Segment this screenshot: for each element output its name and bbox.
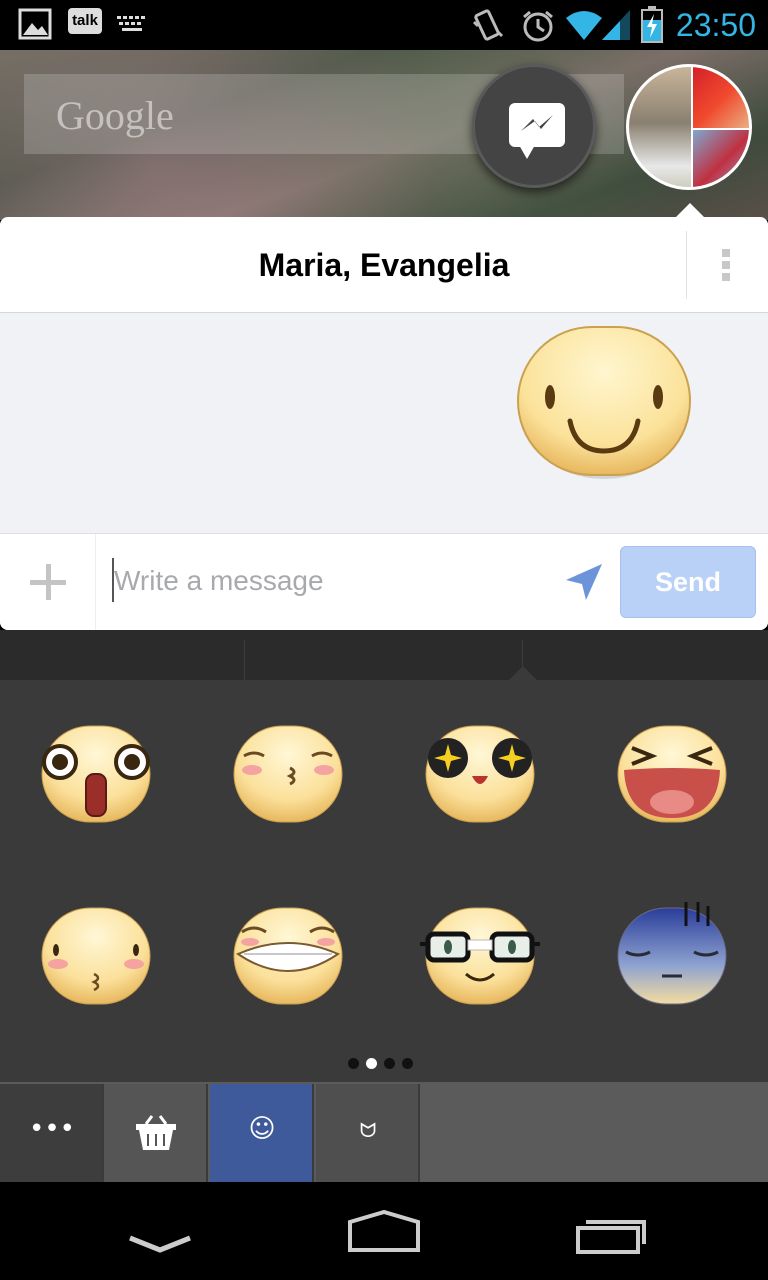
messenger-icon [509,103,565,159]
sticker-grin[interactable] [224,902,352,1014]
sticker-star-eyes[interactable] [416,720,544,832]
page-dot-active [366,1058,377,1069]
sticker-grid [0,680,768,1082]
google-logo: Google [56,93,174,138]
contact-chat-head-avatar[interactable] [626,64,752,190]
wifi-icon [566,11,602,40]
sticker-kissing-blush[interactable] [224,720,352,832]
gallery-icon [18,8,52,40]
attach-plus-button[interactable] [0,534,96,630]
system-navigation-bar [0,1182,768,1280]
tab-emoji[interactable]: ☺ [210,1084,314,1182]
tray-divider [244,640,245,680]
tab-more[interactable]: ••• [0,1084,104,1182]
page-dot [348,1058,359,1069]
page-dot [402,1058,413,1069]
overflow-menu-button[interactable] [712,245,742,285]
smiley-icon: ☺ [248,1114,276,1144]
message-composer: Send [0,533,768,630]
chat-title: Maria, Evangelia [258,247,510,283]
send-button[interactable]: Send [620,546,756,618]
chat-panel: Maria, Evangelia Send [0,217,768,630]
sticker-whistle[interactable] [32,902,160,1014]
talk-icon: talk [68,8,102,34]
vibrate-icon [472,9,504,41]
tab-sticker-store[interactable] [104,1084,208,1182]
back-chevron-down-icon[interactable] [100,1200,220,1264]
recent-apps-icon[interactable] [552,1200,672,1264]
signal-icon [602,10,630,40]
sticker-shocked[interactable] [32,720,160,832]
avatar-photo-1 [629,67,691,187]
header-divider [686,231,687,299]
location-arrow-icon[interactable] [562,560,606,604]
status-clock: 23:50 [675,7,756,43]
avatar-photo-2 [693,67,749,128]
tab-cat-stickers[interactable]: ᗢ [316,1084,420,1182]
message-input[interactable] [112,556,552,606]
keyboard-icon [117,16,145,31]
sticker-pack-tabs: ••• ☺ ᗢ [0,1082,768,1182]
chat-header: Maria, Evangelia [0,217,768,313]
tray-notch [509,666,537,680]
alarm-icon [523,10,553,42]
home-icon[interactable] [324,1200,444,1264]
avatar-photo-3 [693,130,749,187]
cat-icon: ᗢ [359,1118,377,1142]
chat-head-pointer [674,203,706,219]
sticker-tray-header [0,630,768,680]
sent-smiley-sticker [517,326,691,479]
battery-charging-icon [641,6,663,43]
sticker-glasses[interactable] [416,902,544,1014]
page-dot [384,1058,395,1069]
basket-icon [136,1115,176,1150]
more-dots-icon: ••• [28,1114,75,1144]
sticker-gloomy[interactable] [608,902,736,1014]
status-bar: talk 23:50 [0,0,768,50]
sticker-page-indicator [348,1058,418,1072]
sticker-laughing[interactable] [608,720,736,832]
messenger-chat-head[interactable] [472,64,596,188]
